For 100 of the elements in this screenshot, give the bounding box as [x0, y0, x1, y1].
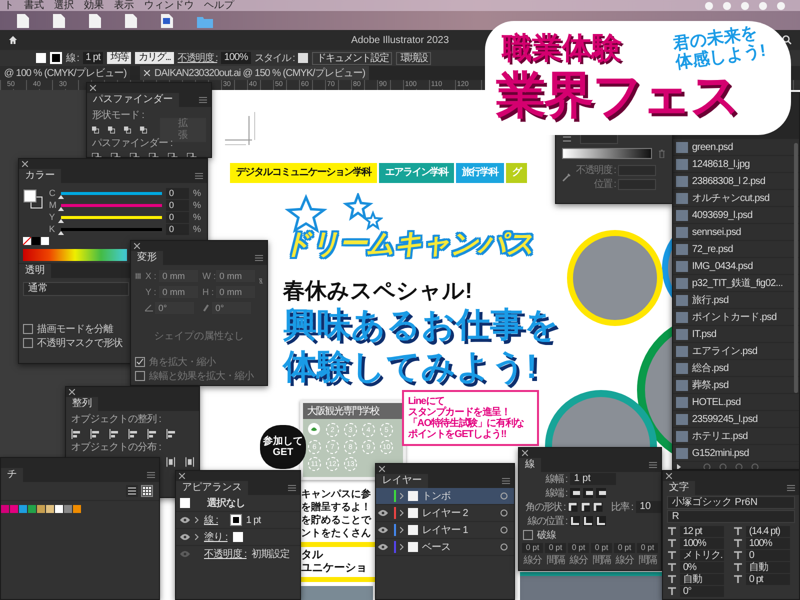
stroke-align-icon[interactable]	[596, 516, 606, 526]
menu-item[interactable]: ウィンドウ	[144, 0, 194, 11]
corner-icon[interactable]	[593, 502, 603, 512]
document-icon[interactable]	[161, 14, 173, 28]
menu-item[interactable]: 書式	[24, 0, 44, 11]
layer-row[interactable]: レイヤー 1	[376, 522, 514, 539]
distribute-icon[interactable]	[184, 456, 194, 466]
panel-tab[interactable]: 透明	[19, 264, 51, 278]
align-icon[interactable]	[147, 428, 157, 438]
slider-thumb[interactable]	[58, 218, 64, 222]
list-view-button[interactable]	[126, 485, 138, 497]
chevron-icon[interactable]	[195, 517, 199, 523]
checkbox[interactable]	[523, 530, 533, 540]
align-icon[interactable]	[71, 428, 81, 438]
dash-field[interactable]: 0 pt	[614, 543, 635, 553]
color-swatch[interactable]	[28, 505, 36, 513]
menu-item[interactable]: 選択	[54, 0, 74, 11]
file-icon[interactable]	[89, 14, 101, 28]
close-icon[interactable]	[69, 388, 75, 394]
close-icon[interactable]	[144, 70, 150, 76]
close-icon[interactable]	[134, 242, 140, 248]
none-swatch-icon[interactable]	[23, 237, 31, 245]
slider-thumb[interactable]	[58, 206, 64, 210]
menu-item[interactable]: 表示	[114, 0, 134, 11]
gradient-bar[interactable]	[562, 148, 652, 159]
input-field[interactable]: 100%	[746, 538, 790, 548]
channel-value[interactable]: 0	[166, 212, 189, 222]
panel-menu-icon[interactable]	[195, 172, 203, 178]
distribute-icon[interactable]	[166, 456, 176, 466]
dash-field[interactable]: 0 pt	[591, 543, 612, 553]
layer-row[interactable]: トンボ	[376, 488, 514, 505]
dropdown[interactable]	[580, 133, 618, 144]
eye-icon[interactable]	[378, 544, 388, 550]
toolbar-button[interactable]: 環境設	[396, 52, 432, 64]
align-icon[interactable]	[128, 428, 138, 438]
slider-thumb[interactable]	[58, 194, 64, 198]
align-icon[interactable]	[90, 428, 100, 438]
input-field[interactable]: 0%	[680, 562, 724, 572]
color-swatch[interactable]	[46, 505, 54, 513]
close-icon[interactable]	[666, 472, 672, 478]
target-circle-icon[interactable]	[500, 509, 508, 517]
input-field[interactable]: (14.4 pt)	[746, 526, 790, 536]
layer-row[interactable]: ベース	[376, 539, 514, 556]
stroke-align-icon[interactable]	[570, 516, 580, 526]
link-item[interactable]: HOTEL.psd	[673, 394, 799, 411]
file-icon[interactable]	[53, 14, 65, 28]
stroke-weight-field[interactable]: 1 pt	[82, 52, 104, 64]
grid-view-button[interactable]	[141, 485, 153, 497]
scrollbar[interactable]	[794, 143, 798, 393]
panel-tab[interactable]: 整列	[66, 397, 98, 411]
play-icon[interactable]	[677, 464, 681, 469]
input-field[interactable]: メトリク.	[680, 550, 724, 560]
eye-icon[interactable]	[180, 534, 190, 540]
panel-menu-icon[interactable]	[255, 254, 263, 260]
eyedropper-icon[interactable]	[562, 172, 572, 182]
color-swatch[interactable]	[64, 505, 72, 513]
panel-menu-icon[interactable]	[502, 478, 510, 484]
channel-value[interactable]: 0	[166, 188, 189, 198]
attribute-label[interactable]: 線 :	[204, 513, 226, 527]
stroke-align-icon[interactable]	[583, 516, 593, 526]
corner-icon[interactable]	[568, 502, 578, 512]
align-icon[interactable]	[109, 428, 119, 438]
swatch-icon[interactable]	[32, 237, 40, 245]
stroke-swatch[interactable]	[231, 515, 241, 525]
input-field[interactable]: 12 pt	[680, 526, 724, 536]
panel-tab[interactable]: パスファインダー	[87, 93, 179, 107]
chevron-icon[interactable]	[400, 493, 404, 499]
toolbar-button[interactable]: ドキュメント設定	[312, 52, 392, 64]
panel-tab[interactable]: チ	[1, 468, 23, 482]
close-icon[interactable]	[90, 84, 96, 90]
blend-mode-dropdown[interactable]: 通常	[23, 282, 129, 296]
input-field[interactable]: 自動	[746, 562, 790, 572]
font-style-dropdown[interactable]: R	[667, 510, 795, 523]
menu-item[interactable]: ト	[4, 0, 14, 11]
target-circle-icon[interactable]	[500, 543, 508, 551]
stroke-swatch[interactable]	[50, 52, 62, 64]
input-field[interactable]: 自動	[680, 574, 724, 584]
chevron-icon[interactable]	[400, 544, 404, 550]
panel-tab[interactable]: カラー	[19, 169, 61, 183]
panel-tab[interactable]: 線	[519, 458, 541, 472]
color-spectrum[interactable]	[23, 249, 127, 261]
link-item[interactable]: 23599245_l.psd	[673, 411, 799, 428]
panel-menu-icon[interactable]	[787, 484, 795, 490]
corner-icon[interactable]	[580, 502, 590, 512]
swap-icon[interactable]	[562, 134, 572, 142]
link-item[interactable]: ホテリエ.psd	[673, 428, 799, 445]
limit-field[interactable]: 10	[636, 501, 661, 513]
panel-menu-icon[interactable]	[147, 472, 155, 478]
align-icon[interactable]	[166, 428, 176, 438]
chevron-icon[interactable]	[195, 534, 199, 540]
opacity-label[interactable]: 不透明度 :	[178, 51, 218, 65]
style-swatch[interactable]	[298, 53, 308, 63]
chevron-icon[interactable]	[400, 510, 404, 516]
dash-field[interactable]: 0 pt	[637, 543, 658, 553]
link-item[interactable]: G152mini.psd	[673, 445, 799, 462]
color-swatch[interactable]	[73, 505, 81, 513]
channel-value[interactable]: 0	[166, 200, 189, 210]
close-icon[interactable]	[379, 466, 385, 472]
input-field[interactable]: 100%	[680, 538, 724, 548]
panel-menu-icon[interactable]	[288, 484, 296, 490]
